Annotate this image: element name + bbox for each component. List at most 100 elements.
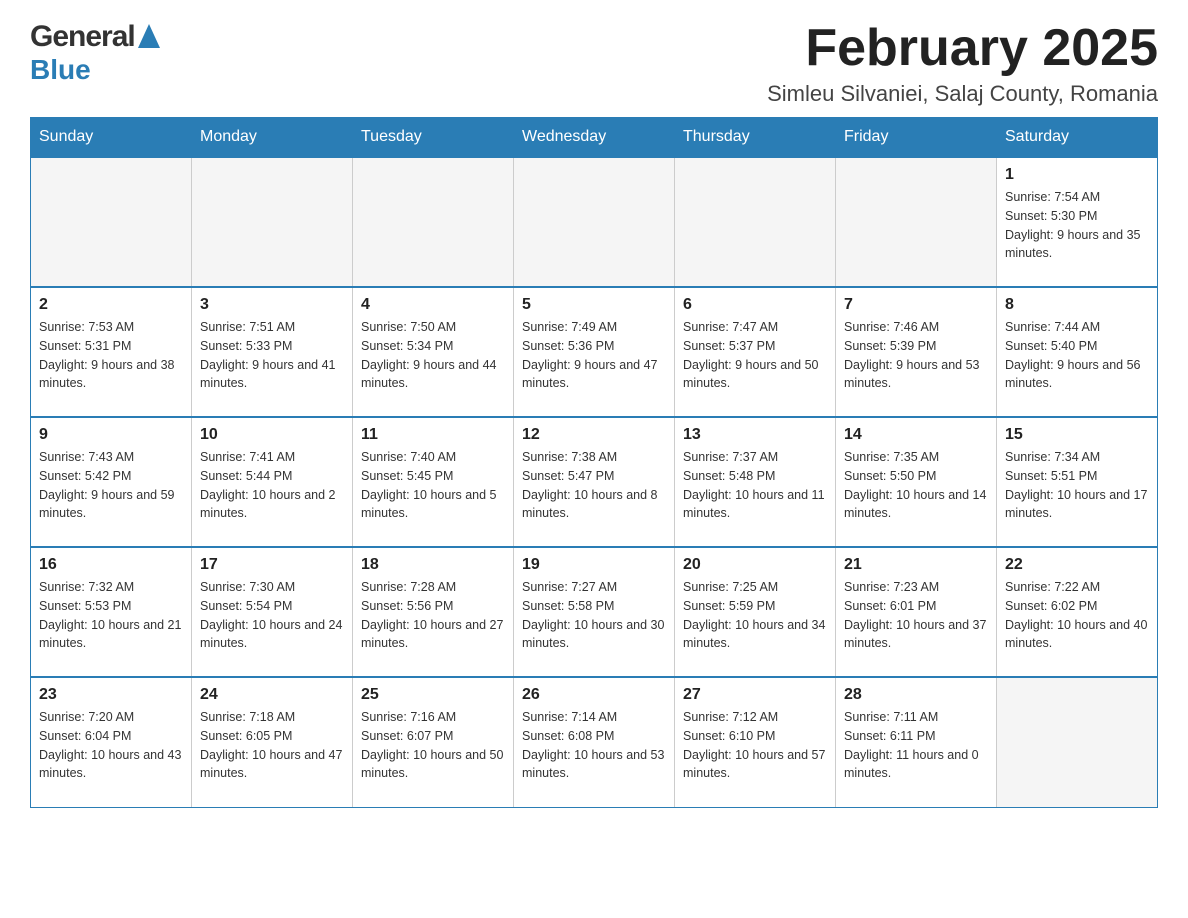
day-info: Sunrise: 7:54 AMSunset: 5:30 PMDaylight:… [1005,188,1149,263]
calendar-day: 19 Sunrise: 7:27 AMSunset: 5:58 PMDayligh… [514,547,675,677]
calendar-day: 16 Sunrise: 7:32 AMSunset: 5:53 PMDayligh… [31,547,192,677]
day-number: 9 [39,426,183,444]
calendar-day: 9 Sunrise: 7:43 AMSunset: 5:42 PMDaylight… [31,417,192,547]
calendar-day [675,157,836,287]
day-number: 21 [844,556,988,574]
day-number: 1 [1005,166,1149,184]
day-info: Sunrise: 7:12 AMSunset: 6:10 PMDaylight:… [683,708,827,783]
calendar-day: 3 Sunrise: 7:51 AMSunset: 5:33 PMDaylight… [192,287,353,417]
calendar-day: 15Sunrise: 7:34 AMSunset: 5:51 PMDayligh… [997,417,1158,547]
calendar-day: 25 Sunrise: 7:16 AMSunset: 6:07 PMDayligh… [353,677,514,807]
calendar-day: 13 Sunrise: 7:37 AMSunset: 5:48 PMDayligh… [675,417,836,547]
calendar-day [31,157,192,287]
calendar-day [192,157,353,287]
calendar-day [836,157,997,287]
calendar-week-4: 16 Sunrise: 7:32 AMSunset: 5:53 PMDayligh… [31,547,1158,677]
calendar-title: February 2025 [767,20,1158,77]
day-number: 11 [361,426,505,444]
calendar-table: Sunday Monday Tuesday Wednesday Thursday… [30,117,1158,808]
logo-blue-text: Blue [30,54,91,85]
logo-general: General [30,20,135,54]
day-info: Sunrise: 7:44 AMSunset: 5:40 PMDaylight:… [1005,318,1149,393]
header-wednesday: Wednesday [514,118,675,158]
day-info: Sunrise: 7:30 AMSunset: 5:54 PMDaylight:… [200,578,344,653]
day-number: 23 [39,686,183,704]
day-number: 20 [683,556,827,574]
day-number: 8 [1005,296,1149,314]
calendar-day: 12 Sunrise: 7:38 AMSunset: 5:47 PMDayligh… [514,417,675,547]
logo-triangle-icon [136,22,162,52]
calendar-week-5: 23 Sunrise: 7:20 AMSunset: 6:04 PMDayligh… [31,677,1158,807]
day-number: 19 [522,556,666,574]
day-info: Sunrise: 7:28 AMSunset: 5:56 PMDaylight:… [361,578,505,653]
day-number: 22 [1005,556,1149,574]
calendar-day: 26 Sunrise: 7:14 AMSunset: 6:08 PMDayligh… [514,677,675,807]
day-info: Sunrise: 7:51 AMSunset: 5:33 PMDaylight:… [200,318,344,393]
day-number: 27 [683,686,827,704]
day-info: Sunrise: 7:11 AMSunset: 6:11 PMDaylight:… [844,708,988,783]
day-info: Sunrise: 7:22 AMSunset: 6:02 PMDaylight:… [1005,578,1149,653]
day-info: Sunrise: 7:38 AMSunset: 5:47 PMDaylight:… [522,448,666,523]
calendar-week-1: 1 Sunrise: 7:54 AMSunset: 5:30 PMDaylight… [31,157,1158,287]
day-info: Sunrise: 7:53 AMSunset: 5:31 PMDaylight:… [39,318,183,393]
day-number: 12 [522,426,666,444]
calendar-day: 4 Sunrise: 7:50 AMSunset: 5:34 PMDaylight… [353,287,514,417]
day-number: 18 [361,556,505,574]
calendar-day: 22 Sunrise: 7:22 AMSunset: 6:02 PMDayligh… [997,547,1158,677]
calendar-day: 2 Sunrise: 7:53 AMSunset: 5:31 PMDaylight… [31,287,192,417]
day-number: 14 [844,426,988,444]
calendar-day [997,677,1158,807]
day-number: 25 [361,686,505,704]
day-info: Sunrise: 7:37 AMSunset: 5:48 PMDaylight:… [683,448,827,523]
header-friday: Friday [836,118,997,158]
day-info: Sunrise: 7:14 AMSunset: 6:08 PMDaylight:… [522,708,666,783]
calendar-day: 23 Sunrise: 7:20 AMSunset: 6:04 PMDayligh… [31,677,192,807]
day-number: 7 [844,296,988,314]
calendar-day: 8 Sunrise: 7:44 AMSunset: 5:40 PMDaylight… [997,287,1158,417]
calendar-day: 14 Sunrise: 7:35 AMSunset: 5:50 PMDayligh… [836,417,997,547]
header-saturday: Saturday [997,118,1158,158]
calendar-week-2: 2 Sunrise: 7:53 AMSunset: 5:31 PMDaylight… [31,287,1158,417]
day-number: 16 [39,556,183,574]
day-info: Sunrise: 7:40 AMSunset: 5:45 PMDaylight:… [361,448,505,523]
day-number: 17 [200,556,344,574]
day-info: Sunrise: 7:49 AMSunset: 5:36 PMDaylight:… [522,318,666,393]
day-info: Sunrise: 7:50 AMSunset: 5:34 PMDaylight:… [361,318,505,393]
day-info: Sunrise: 7:32 AMSunset: 5:53 PMDaylight:… [39,578,183,653]
day-info: Sunrise: 7:20 AMSunset: 6:04 PMDaylight:… [39,708,183,783]
header-sunday: Sunday [31,118,192,158]
days-header-row: Sunday Monday Tuesday Wednesday Thursday… [31,118,1158,158]
calendar-day: 11 Sunrise: 7:40 AMSunset: 5:45 PMDayligh… [353,417,514,547]
header-tuesday: Tuesday [353,118,514,158]
calendar-day [353,157,514,287]
calendar-day: 24 Sunrise: 7:18 AMSunset: 6:05 PMDayligh… [192,677,353,807]
day-number: 3 [200,296,344,314]
day-number: 4 [361,296,505,314]
day-number: 10 [200,426,344,444]
calendar-week-3: 9 Sunrise: 7:43 AMSunset: 5:42 PMDaylight… [31,417,1158,547]
calendar-day: 28 Sunrise: 7:11 AMSunset: 6:11 PMDayligh… [836,677,997,807]
header-monday: Monday [192,118,353,158]
day-info: Sunrise: 7:47 AMSunset: 5:37 PMDaylight:… [683,318,827,393]
day-number: 2 [39,296,183,314]
day-info: Sunrise: 7:27 AMSunset: 5:58 PMDaylight:… [522,578,666,653]
day-info: Sunrise: 7:16 AMSunset: 6:07 PMDaylight:… [361,708,505,783]
calendar-day: 17 Sunrise: 7:30 AMSunset: 5:54 PMDayligh… [192,547,353,677]
calendar-subtitle: Simleu Silvaniei, Salaj County, Romania [767,81,1158,107]
page-header: General Blue February 2025 Simleu Silvan… [30,20,1158,107]
day-info: Sunrise: 7:25 AMSunset: 5:59 PMDaylight:… [683,578,827,653]
day-number: 15 [1005,426,1149,444]
day-number: 28 [844,686,988,704]
day-number: 26 [522,686,666,704]
calendar-day: 21 Sunrise: 7:23 AMSunset: 6:01 PMDayligh… [836,547,997,677]
day-info: Sunrise: 7:18 AMSunset: 6:05 PMDaylight:… [200,708,344,783]
day-info: Sunrise: 7:23 AMSunset: 6:01 PMDaylight:… [844,578,988,653]
day-info: Sunrise: 7:43 AMSunset: 5:42 PMDaylight:… [39,448,183,523]
day-info: Sunrise: 7:41 AMSunset: 5:44 PMDaylight:… [200,448,344,523]
calendar-day: 20 Sunrise: 7:25 AMSunset: 5:59 PMDayligh… [675,547,836,677]
day-number: 13 [683,426,827,444]
day-number: 6 [683,296,827,314]
logo: General Blue [30,20,163,86]
day-number: 24 [200,686,344,704]
day-info: Sunrise: 7:35 AMSunset: 5:50 PMDaylight:… [844,448,988,523]
